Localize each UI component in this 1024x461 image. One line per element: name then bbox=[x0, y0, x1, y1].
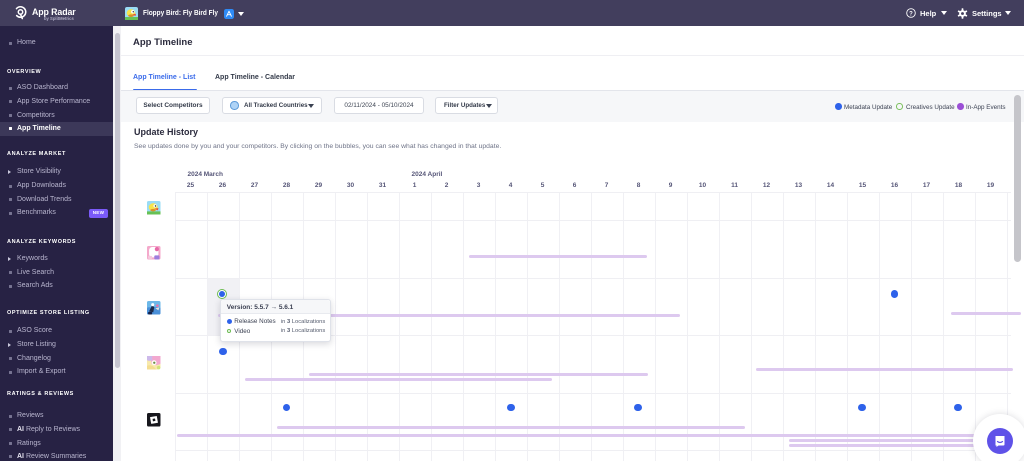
svg-text:?: ? bbox=[909, 11, 913, 17]
